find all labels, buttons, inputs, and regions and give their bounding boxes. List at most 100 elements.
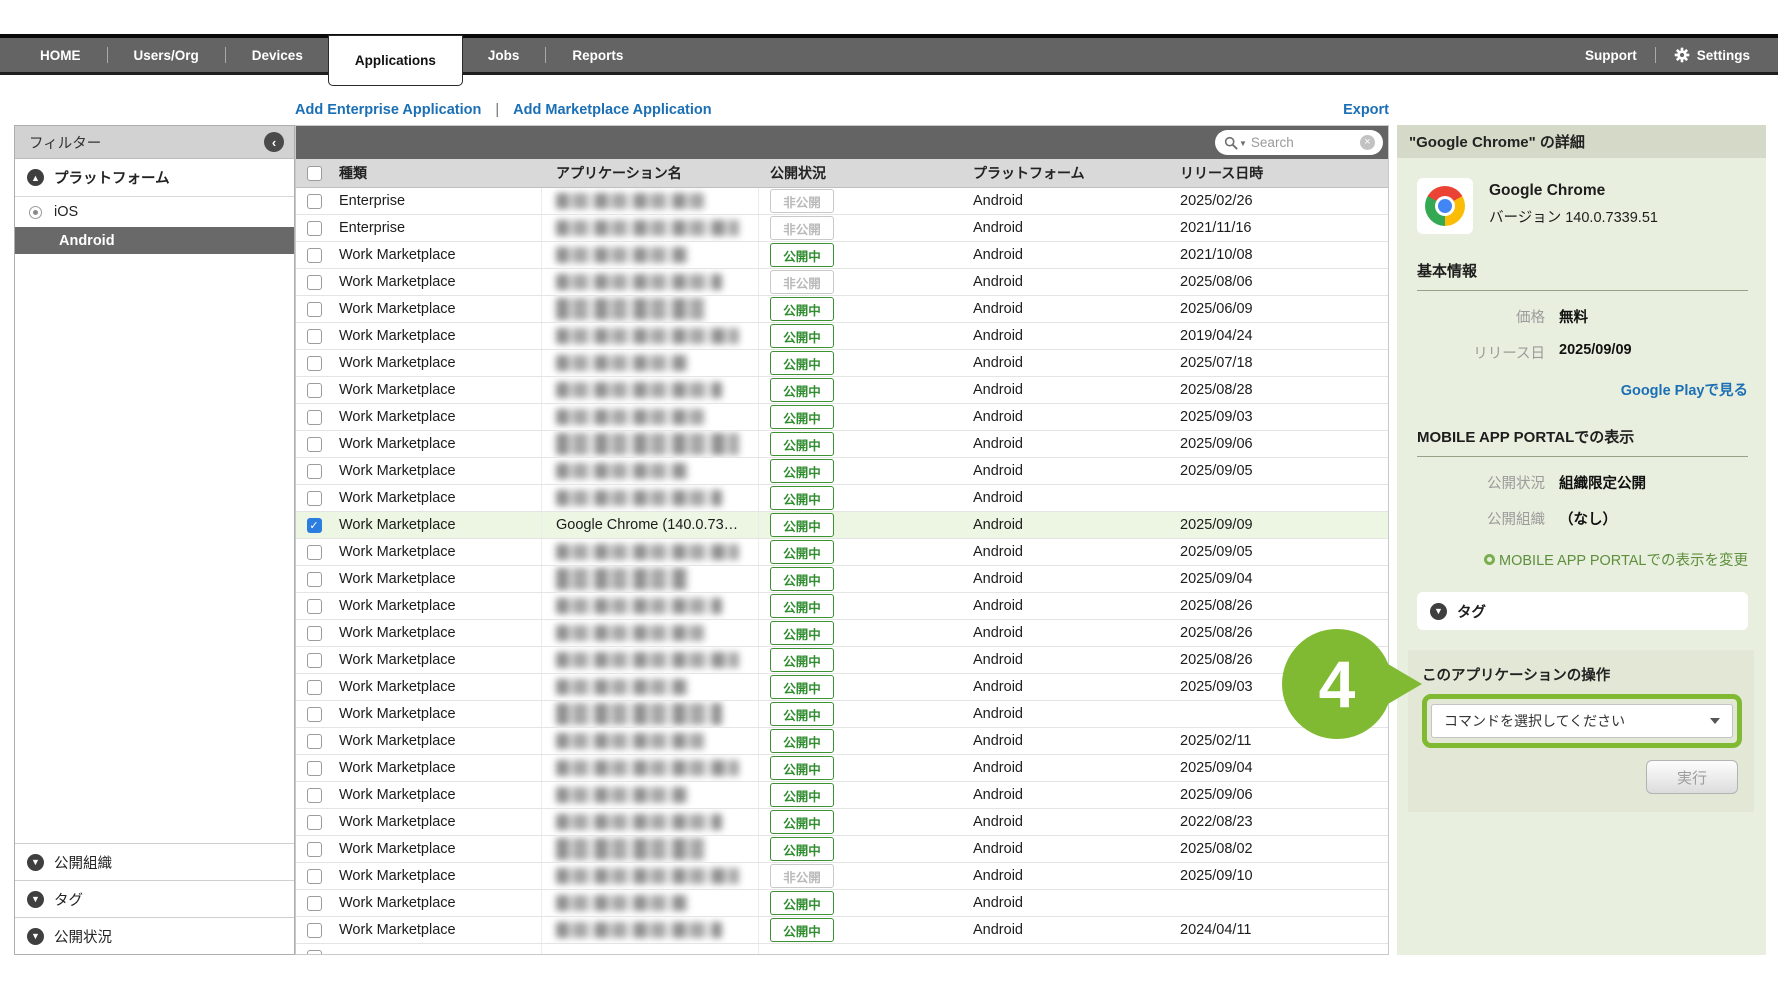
table-row[interactable]: Work Marketplace 公開中 Android 2025/09/04 xyxy=(296,566,1388,593)
table-row[interactable]: Work Marketplace 公開中 Android 2025/08/28 xyxy=(296,377,1388,404)
row-platform: Android xyxy=(966,382,1166,398)
table-row[interactable]: Work Marketplace 公開中 Android 2025/08/26 xyxy=(296,593,1388,620)
row-platform: Android xyxy=(966,841,1166,857)
table-row[interactable]: Work Marketplace 公開中 Android 2025/02/11 xyxy=(296,728,1388,755)
row-checkbox[interactable] xyxy=(307,221,322,236)
price-value: 無料 xyxy=(1559,306,1588,327)
row-checkbox[interactable] xyxy=(307,545,322,560)
table-row[interactable]: Work Marketplace 公開中 Android 2021/10/08 xyxy=(296,242,1388,269)
table-row[interactable]: Work Marketplace 非公開 Android 2025/09/10 xyxy=(296,863,1388,890)
chevron-down-icon: ▼ xyxy=(27,928,44,945)
row-checkbox[interactable] xyxy=(307,950,322,956)
row-checkbox[interactable] xyxy=(307,707,322,722)
table-row[interactable]: Work Marketplace 公開中 Android 2025/09/06 xyxy=(296,431,1388,458)
row-checkbox[interactable] xyxy=(307,869,322,884)
table-row[interactable]: Work Marketplace 非公開 Android 2025/08/06 xyxy=(296,269,1388,296)
row-checkbox[interactable] xyxy=(307,194,322,209)
row-checkbox[interactable] xyxy=(307,437,322,452)
row-type: Work Marketplace xyxy=(332,463,541,479)
sidebar-section-タグ[interactable]: ▼タグ xyxy=(15,880,294,917)
row-checkbox[interactable] xyxy=(307,410,322,425)
table-row[interactable]: Work Marketplace 公開中 Android 2024/04/11 xyxy=(296,917,1388,944)
row-checkbox[interactable] xyxy=(307,491,322,506)
row-checkbox[interactable] xyxy=(307,923,322,938)
nav-tab-reports[interactable]: Reports xyxy=(546,38,649,72)
change-portal-display-link[interactable]: MOBILE APP PORTALでの表示を変更 xyxy=(1484,549,1748,570)
support-link[interactable]: Support xyxy=(1585,48,1637,63)
tag-section-toggle[interactable]: ▼ タグ xyxy=(1417,592,1748,630)
select-all-checkbox[interactable] xyxy=(307,166,322,181)
search-input[interactable] xyxy=(1251,135,1360,150)
table-row[interactable]: Work Marketplace 公開中 Android 2025/09/06 xyxy=(296,782,1388,809)
table-row[interactable]: Work Marketplace 公開中 Android 2025/09/03 xyxy=(296,674,1388,701)
row-app-name xyxy=(541,701,759,727)
google-play-link[interactable]: Google Playで見る xyxy=(1621,383,1748,399)
table-row[interactable]: Enterprise 非公開 Android 2021/11/16 xyxy=(296,215,1388,242)
row-checkbox[interactable] xyxy=(307,788,322,803)
table-row[interactable]: Work Marketplace 公開中 Android 2022/08/23 xyxy=(296,809,1388,836)
search-box[interactable]: ▼ × xyxy=(1215,130,1383,155)
nav-tab-home[interactable]: HOME xyxy=(14,38,107,72)
row-release-date: 2025/09/06 xyxy=(1166,436,1388,452)
row-checkbox[interactable] xyxy=(307,572,322,587)
actions-row: Add Enterprise Application | Add Marketp… xyxy=(295,102,1389,118)
platform-option-android[interactable]: Android xyxy=(15,227,294,254)
table-row[interactable]: Work Marketplace 公開中 Android 2025/09/05 xyxy=(296,539,1388,566)
row-checkbox[interactable] xyxy=(307,761,322,776)
row-checkbox[interactable] xyxy=(307,734,322,749)
search-scope-dropdown-icon[interactable]: ▼ xyxy=(1239,139,1247,148)
table-row[interactable]: Work Marketplace 公開中 Android 2025/09/05 xyxy=(296,458,1388,485)
collapse-sidebar-button[interactable]: ‹ xyxy=(264,132,284,152)
row-checkbox[interactable] xyxy=(307,383,322,398)
row-checkbox[interactable] xyxy=(307,599,322,614)
row-platform: Android xyxy=(966,436,1166,452)
status-badge: 公開中 xyxy=(770,837,834,861)
table-row[interactable]: Work Marketplace 公開中 Android 2025/09/03 xyxy=(296,404,1388,431)
table-row[interactable]: Work Marketplace 公開中 Android xyxy=(296,890,1388,917)
row-checkbox[interactable]: ✓ xyxy=(307,518,322,533)
table-row[interactable]: Work Marketplace 公開中 Android 2025/09/04 xyxy=(296,755,1388,782)
table-row[interactable]: Work Marketplace 公開中 Android 2025/08/26 xyxy=(296,620,1388,647)
table-row[interactable]: Work Marketplace 公開中 Android 2025/08/02 xyxy=(296,836,1388,863)
table-row[interactable]: Work Marketplace 公開中 Android xyxy=(296,701,1388,728)
redacted-app-name xyxy=(556,544,739,560)
row-checkbox[interactable] xyxy=(307,275,322,290)
table-row[interactable]: Work Marketplace 公開中 Android 2025/07/18 xyxy=(296,350,1388,377)
row-checkbox[interactable] xyxy=(307,815,322,830)
table-row[interactable]: Enterprise 非公開 Android 2025/02/26 xyxy=(296,188,1388,215)
row-checkbox[interactable] xyxy=(307,896,322,911)
table-row[interactable]: ✓ Work Marketplace Google Chrome (140.0.… xyxy=(296,512,1388,539)
row-app-name xyxy=(541,431,759,457)
table-row[interactable]: Work Marketplace 公開中 Android 2019/04/24 xyxy=(296,323,1388,350)
command-select[interactable]: コマンドを選択してください xyxy=(1431,704,1733,738)
row-type: Work Marketplace xyxy=(332,733,541,749)
settings-link[interactable]: Settings xyxy=(1674,47,1750,63)
sidebar-section-公開組織[interactable]: ▼公開組織 xyxy=(15,843,294,880)
platform-section-toggle[interactable]: ▲ プラットフォーム xyxy=(15,159,294,197)
clear-search-icon[interactable]: × xyxy=(1360,135,1375,150)
table-row[interactable]: Work Marketplace 公開中 Android xyxy=(296,485,1388,512)
nav-tab-users-org[interactable]: Users/Org xyxy=(108,38,225,72)
row-checkbox[interactable] xyxy=(307,302,322,317)
nav-tab-applications[interactable]: Applications xyxy=(329,36,462,85)
nav-tab-jobs[interactable]: Jobs xyxy=(462,38,546,72)
platform-option-ios[interactable]: iOS xyxy=(15,197,294,227)
redacted-app-name xyxy=(556,625,704,641)
row-checkbox[interactable] xyxy=(307,356,322,371)
add-marketplace-application-link[interactable]: Add Marketplace Application xyxy=(513,102,711,118)
nav-tab-devices[interactable]: Devices xyxy=(226,38,329,72)
row-checkbox[interactable] xyxy=(307,653,322,668)
row-checkbox[interactable] xyxy=(307,248,322,263)
sidebar-section-公開状況[interactable]: ▼公開状況 xyxy=(15,917,294,954)
row-checkbox[interactable] xyxy=(307,626,322,641)
row-checkbox[interactable] xyxy=(307,464,322,479)
table-row[interactable]: Work Marketplace 公開中 Android 2025/06/09 xyxy=(296,296,1388,323)
status-badge: 公開中 xyxy=(770,486,834,510)
execute-button[interactable]: 実行 xyxy=(1646,760,1738,794)
add-enterprise-application-link[interactable]: Add Enterprise Application xyxy=(295,102,481,118)
table-row[interactable]: Work Marketplace 公開中 Android 2025/08/26 xyxy=(296,647,1388,674)
row-checkbox[interactable] xyxy=(307,680,322,695)
export-link[interactable]: Export xyxy=(1343,102,1389,118)
row-checkbox[interactable] xyxy=(307,842,322,857)
row-checkbox[interactable] xyxy=(307,329,322,344)
